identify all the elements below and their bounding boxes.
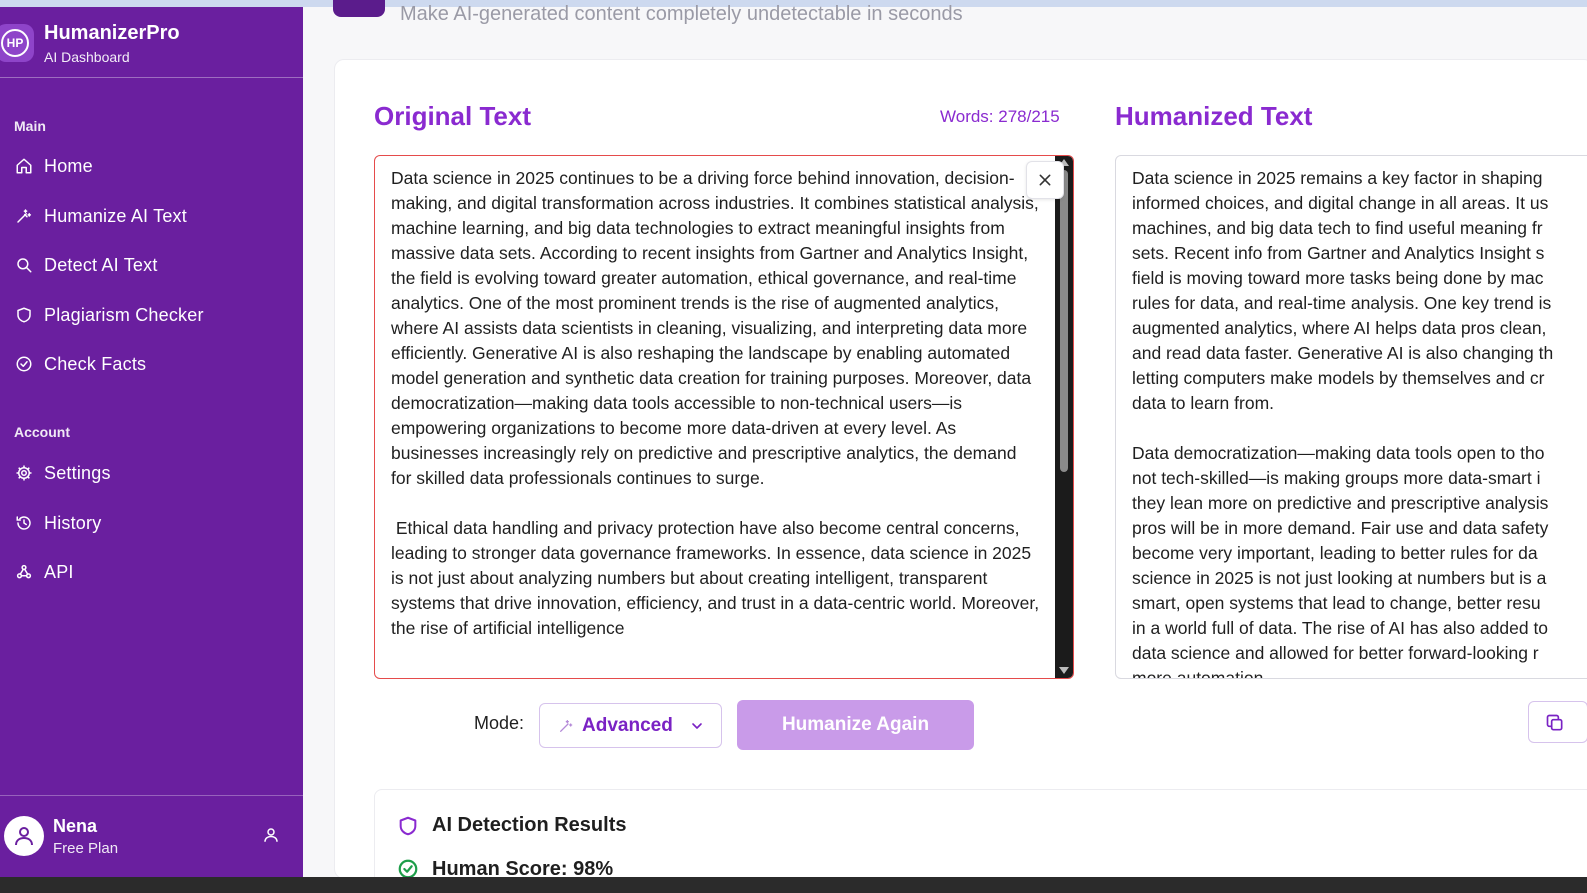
- sidebar-item-settings[interactable]: Settings: [0, 453, 303, 493]
- search-icon: [14, 255, 34, 275]
- taskbar: [0, 877, 1587, 893]
- user-icon[interactable]: [262, 826, 282, 846]
- humanized-text-output[interactable]: Data science in 2025 remains a key facto…: [1115, 155, 1587, 679]
- humanized-text-title: Humanized Text: [1115, 101, 1313, 131]
- user-plan: Free Plan: [53, 840, 119, 857]
- sidebar-item-home[interactable]: Home: [0, 146, 303, 186]
- sidebar-divider: [0, 77, 303, 78]
- humanize-again-button[interactable]: Humanize Again: [737, 700, 974, 750]
- sidebar-item-humanize-ai-text[interactable]: Humanize AI Text: [0, 196, 303, 236]
- wand-icon: [558, 718, 574, 734]
- chevron-down-icon: [689, 718, 705, 734]
- shield-icon: [14, 305, 34, 325]
- sidebar-item-label: Home: [44, 155, 93, 176]
- original-text-input[interactable]: Data science in 2025 continues to be a d…: [374, 155, 1074, 679]
- scrollbar-thumb[interactable]: [1060, 170, 1068, 472]
- mode-label: Mode:: [474, 713, 525, 733]
- brand-subtitle: AI Dashboard: [44, 49, 130, 65]
- history-icon: [14, 513, 34, 533]
- mode-select[interactable]: Advanced: [539, 703, 722, 748]
- scroll-down-icon[interactable]: [1059, 667, 1069, 674]
- section-label-account: Account: [14, 424, 70, 440]
- logo-initials: HP: [1, 29, 29, 57]
- brand-name: HumanizerPro: [44, 22, 180, 44]
- results-title: AI Detection Results: [432, 814, 627, 836]
- clear-text-button[interactable]: [1026, 161, 1064, 199]
- sidebar-item-label: Humanize AI Text: [44, 205, 187, 226]
- sidebar-item-detect-ai-text[interactable]: Detect AI Text: [0, 245, 303, 285]
- sidebar-item-check-facts[interactable]: Check Facts: [0, 344, 303, 384]
- sidebar-item-api[interactable]: API: [0, 552, 303, 592]
- wand-icon: [14, 206, 34, 226]
- sidebar-item-plagiarism-checker[interactable]: Plagiarism Checker: [0, 295, 303, 335]
- sidebar-item-label: API: [44, 561, 74, 582]
- mode-value: Advanced: [582, 714, 673, 736]
- original-text-title: Original Text: [374, 101, 531, 131]
- copy-button[interactable]: [1528, 701, 1587, 743]
- page-subtitle: Make AI-generated content completely und…: [400, 3, 963, 25]
- brand[interactable]: HP HumanizerPro AI Dashboard: [0, 20, 303, 76]
- user-profile[interactable]: Nena Free Plan: [0, 795, 303, 877]
- sidebar: HP HumanizerPro AI Dashboard Main Home H…: [0, 7, 303, 877]
- section-label-main: Main: [14, 118, 46, 134]
- original-text-content: Data science in 2025 continues to be a d…: [391, 168, 1040, 638]
- logo-icon: HP: [0, 24, 34, 62]
- user-name: Nena: [53, 816, 98, 836]
- sidebar-item-history[interactable]: History: [0, 503, 303, 543]
- header-action-button[interactable]: [333, 0, 385, 17]
- copy-icon: [1545, 713, 1565, 733]
- word-count: Words: 278/215: [940, 107, 1060, 126]
- humanized-text-content: Data science in 2025 remains a key facto…: [1132, 168, 1554, 679]
- avatar: [4, 816, 44, 856]
- sidebar-item-label: Settings: [44, 462, 111, 483]
- webhook-icon: [14, 562, 34, 582]
- shield-icon: [397, 814, 419, 838]
- gear-icon: [14, 463, 34, 483]
- sidebar-item-label: Detect AI Text: [44, 254, 158, 275]
- check-circle-icon: [14, 354, 34, 374]
- sidebar-item-label: Check Facts: [44, 353, 147, 374]
- scrollbar[interactable]: [1055, 156, 1073, 678]
- sidebar-item-label: Plagiarism Checker: [44, 304, 204, 325]
- close-icon: [1039, 174, 1051, 186]
- ai-detection-results: AI Detection Results Human Score: 98%: [374, 789, 1587, 889]
- home-icon: [14, 156, 34, 176]
- sidebar-item-label: History: [44, 512, 102, 533]
